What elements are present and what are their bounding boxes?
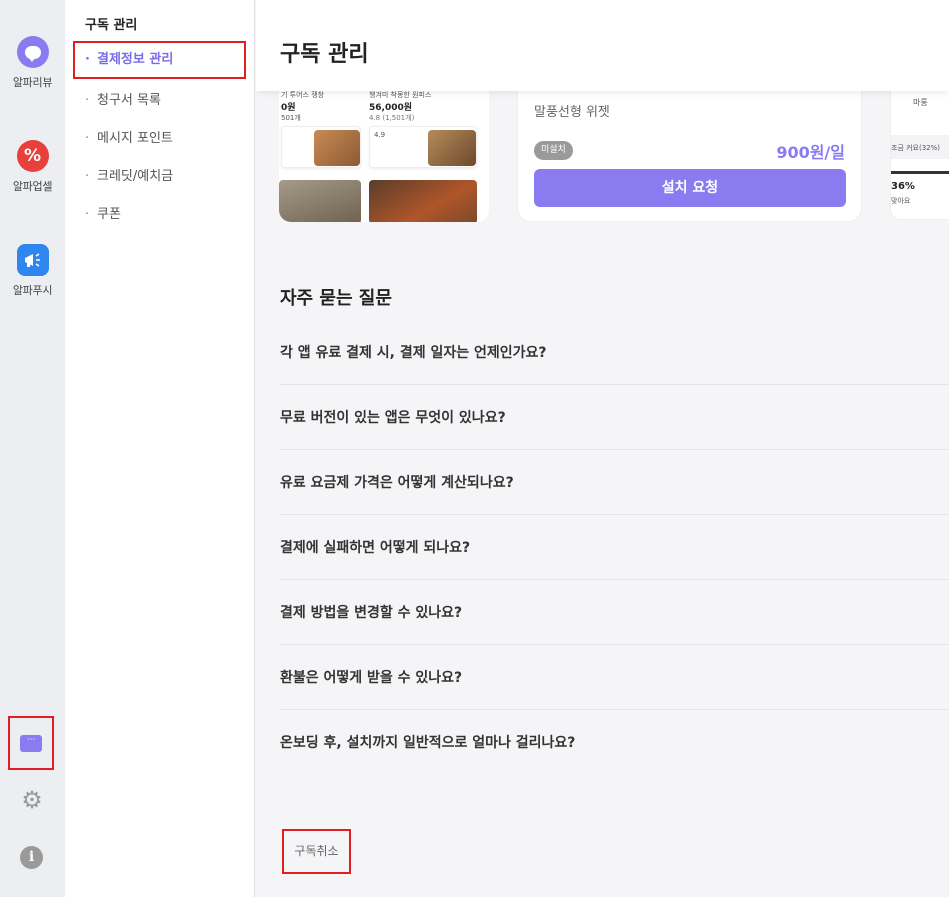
widget-name: 말풍선형 위젯 xyxy=(534,105,610,120)
subnav-item-label: 청구서 목록 xyxy=(97,93,161,108)
faq-question: 각 앱 유료 결제 시, 결제 일자는 언제인가요? xyxy=(280,345,547,361)
preview-text: 조금 커요(32%) xyxy=(891,144,941,152)
page-title: 구독 관리 xyxy=(280,42,369,67)
gear-icon[interactable]: ⚙ xyxy=(20,788,44,812)
subnav-item-invoices[interactable]: · 청구서 목록 xyxy=(85,89,161,108)
main-content: 구독 관리 기 투어스 쟁창 0원 501개 챙겨미 착몽한 원피스 56,00… xyxy=(256,0,949,897)
preview-photo xyxy=(428,130,476,166)
faq-item[interactable]: 온보딩 후, 설치까지 일반적으로 얼마나 걸리나요? xyxy=(280,710,949,775)
subnav-item-label: 쿠폰 xyxy=(97,207,121,222)
preview-review-box xyxy=(281,126,361,168)
faq-question: 결제 방법을 변경할 수 있나요? xyxy=(280,605,463,621)
install-request-button[interactable]: 설치 요청 xyxy=(534,169,846,207)
rail-item-alpha-upsell[interactable]: % 알파업셀 xyxy=(0,140,65,194)
subnav-item-message-points[interactable]: · 메시지 포인트 xyxy=(85,127,173,146)
preview-bar xyxy=(891,171,949,174)
faq-title: 자주 묻는 질문 xyxy=(280,288,392,309)
subscription-subnav: 구독 관리 · 결제정보 관리 · 청구서 목록 · 메시지 포인트 · 크레딧/예치금… xyxy=(65,0,255,897)
faq-question: 환불은 어떻게 받을 수 있나요? xyxy=(280,670,463,686)
subnav-item-label: 크레딧/예치금 xyxy=(97,169,174,184)
message-icon: ··· xyxy=(20,734,42,752)
preview-rating: 4.8 (1,501개) xyxy=(369,114,415,122)
subnav-item-label: 메시지 포인트 xyxy=(97,131,173,146)
chat-bubble-icon xyxy=(16,36,49,68)
status-badge: 미설치 xyxy=(534,141,573,160)
faq-item[interactable]: 결제에 실패하면 어떻게 되나요? xyxy=(280,515,949,580)
red-panda-photo xyxy=(369,180,477,222)
rail-item-label: 알파리뷰 xyxy=(12,76,53,89)
preview-text: 기 투어스 쟁창 xyxy=(281,91,325,99)
subnav-title: 구독 관리 xyxy=(85,18,138,33)
meerkat-photo xyxy=(279,180,361,222)
preview-text: 챙겨미 착몽한 원피스 xyxy=(369,91,432,99)
info-icon[interactable]: i xyxy=(20,846,43,869)
preview-percent: 36% xyxy=(891,181,915,192)
faq-item[interactable]: 유료 요금제 가격은 어떻게 계산되나요? xyxy=(280,450,949,515)
rail-item-label: 알파푸시 xyxy=(12,284,53,297)
message-button[interactable]: ··· xyxy=(8,716,54,770)
subnav-item-credits[interactable]: · 크레딧/예치금 xyxy=(85,165,173,184)
subnav-item-coupons[interactable]: · 쿠폰 xyxy=(85,203,121,222)
preview-text: 맞아요 xyxy=(891,197,911,205)
faq-item[interactable]: 결제 방법을 변경할 수 있나요? xyxy=(280,580,949,645)
megaphone-icon xyxy=(16,244,49,276)
faq-item[interactable]: 각 앱 유료 결제 시, 결제 일자는 언제인가요? xyxy=(280,320,949,385)
faq-question: 결제에 실패하면 어떻게 되나요? xyxy=(280,540,471,556)
preview-photo xyxy=(314,130,360,166)
preview-option-row: 조금 커요(32%) xyxy=(891,135,949,159)
page-header: 구독 관리 xyxy=(256,0,949,91)
faq-item[interactable]: 환불은 어떻게 받을 수 있나요? xyxy=(280,645,949,710)
subnav-item-payment-info[interactable]: · 결제정보 관리 xyxy=(73,41,246,79)
subnav-item-label: 결제정보 관리 xyxy=(97,52,174,67)
app-rail: 알파리뷰 % 알파업셀 알파푸시 ··· ⚙ i xyxy=(0,0,65,897)
preview-review-box: 4.9 xyxy=(369,126,477,168)
percent-badge-icon: % xyxy=(16,140,49,172)
rail-item-label: 알파업셀 xyxy=(12,180,53,193)
faq-question: 무료 버전이 있는 앱은 무엇이 있나요? xyxy=(280,410,506,426)
faq-question: 유료 요금제 가격은 어떻게 계산되나요? xyxy=(280,475,514,491)
cancel-subscription-button[interactable]: 구독취소 xyxy=(282,829,351,874)
preview-text: 마롱 xyxy=(913,98,928,107)
preview-text: 501개 xyxy=(281,114,301,122)
faq-question: 온보딩 후, 설치까지 일반적으로 얼마나 걸리나요? xyxy=(280,735,576,751)
widget-price: 900원/일 xyxy=(776,143,845,162)
faq-item[interactable]: 무료 버전이 있는 앱은 무엇이 있나요? xyxy=(280,385,949,450)
preview-text: 4.9 xyxy=(374,131,386,139)
rail-item-alpha-review[interactable]: 알파리뷰 xyxy=(0,36,65,90)
preview-price: 56,000원 xyxy=(369,103,413,113)
rail-item-alpha-push[interactable]: 알파푸시 xyxy=(0,244,65,298)
preview-price: 0원 xyxy=(281,103,296,113)
